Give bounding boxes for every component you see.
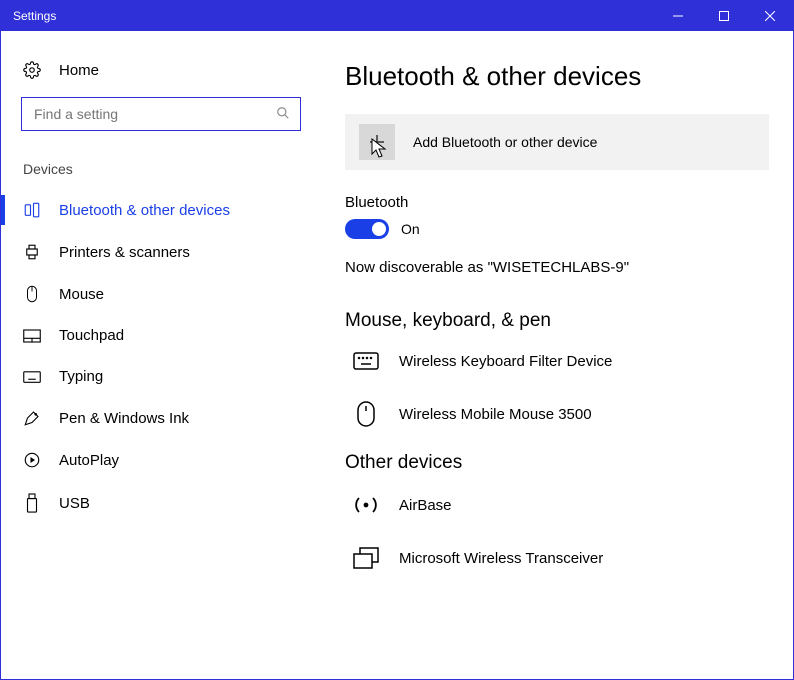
main-panel: Bluetooth & other devices Add Bluetooth …: [321, 31, 793, 679]
transceiver-icon: [351, 546, 381, 570]
device-label: Microsoft Wireless Transceiver: [399, 550, 603, 567]
window-controls: [655, 1, 793, 31]
sidebar-item-bluetooth[interactable]: Bluetooth & other devices: [1, 189, 321, 231]
sidebar-item-label: AutoPlay: [59, 452, 119, 469]
sidebar-item-label: Mouse: [59, 286, 104, 303]
sidebar-item-label: Bluetooth & other devices: [59, 202, 230, 219]
sidebar-item-label: Pen & Windows Ink: [59, 410, 189, 427]
sidebar-item-touchpad[interactable]: Touchpad: [1, 315, 321, 356]
sidebar-item-label: Typing: [59, 368, 103, 385]
bluetooth-toggle-row: On: [345, 219, 769, 239]
bluetooth-state: On: [401, 221, 420, 237]
sidebar-item-label: USB: [59, 495, 90, 512]
bluetooth-label: Bluetooth: [345, 194, 769, 211]
device-label: Wireless Mobile Mouse 3500: [399, 406, 592, 423]
section-other-devices: Other devices: [345, 452, 769, 474]
wireless-icon: [351, 494, 381, 516]
home-label: Home: [59, 62, 99, 79]
usb-icon: [23, 493, 41, 513]
bluetooth-toggle[interactable]: [345, 219, 389, 239]
device-transceiver[interactable]: Microsoft Wireless Transceiver: [345, 540, 769, 594]
section-mouse-keyboard: Mouse, keyboard, & pen: [345, 310, 769, 332]
discoverable-text: Now discoverable as "WISETECHLABS-9": [345, 259, 769, 276]
device-label: Wireless Keyboard Filter Device: [399, 353, 612, 370]
maximize-button[interactable]: [701, 1, 747, 31]
sidebar-section-label: Devices: [1, 161, 321, 189]
device-keyboard[interactable]: Wireless Keyboard Filter Device: [345, 346, 769, 394]
printer-icon: [23, 243, 41, 261]
device-mouse[interactable]: Wireless Mobile Mouse 3500: [345, 394, 769, 452]
sidebar-item-label: Touchpad: [59, 327, 124, 344]
mouse-icon: [23, 285, 41, 303]
search-icon: [276, 106, 290, 123]
touchpad-icon: [23, 329, 41, 343]
sidebar-item-printers[interactable]: Printers & scanners: [1, 231, 321, 273]
sidebar-item-label: Printers & scanners: [59, 244, 190, 261]
page-title: Bluetooth & other devices: [345, 61, 769, 92]
mouse-icon: [351, 400, 381, 428]
sidebar-item-autoplay[interactable]: AutoPlay: [1, 439, 321, 481]
sidebar-item-typing[interactable]: Typing: [1, 356, 321, 397]
search-input[interactable]: [21, 97, 301, 131]
titlebar: Settings: [1, 1, 793, 31]
close-button[interactable]: [747, 1, 793, 31]
window-title: Settings: [13, 9, 655, 23]
add-device-label: Add Bluetooth or other device: [413, 134, 597, 150]
bluetooth-devices-icon: [23, 201, 41, 219]
device-label: AirBase: [399, 497, 452, 514]
add-device-button[interactable]: Add Bluetooth or other device: [345, 114, 769, 170]
minimize-button[interactable]: [655, 1, 701, 31]
sidebar: Home Devices Bluetooth & other devices P…: [1, 31, 321, 679]
device-airbase[interactable]: AirBase: [345, 488, 769, 540]
sidebar-item-mouse[interactable]: Mouse: [1, 273, 321, 315]
gear-icon: [23, 61, 41, 79]
sidebar-item-pen[interactable]: Pen & Windows Ink: [1, 397, 321, 439]
sidebar-item-usb[interactable]: USB: [1, 481, 321, 525]
plus-icon: [359, 124, 395, 160]
home-link[interactable]: Home: [1, 51, 321, 97]
search-field[interactable]: [32, 105, 276, 123]
pen-icon: [23, 409, 41, 427]
keyboard-icon: [351, 352, 381, 370]
keyboard-icon: [23, 371, 41, 383]
autoplay-icon: [23, 451, 41, 469]
